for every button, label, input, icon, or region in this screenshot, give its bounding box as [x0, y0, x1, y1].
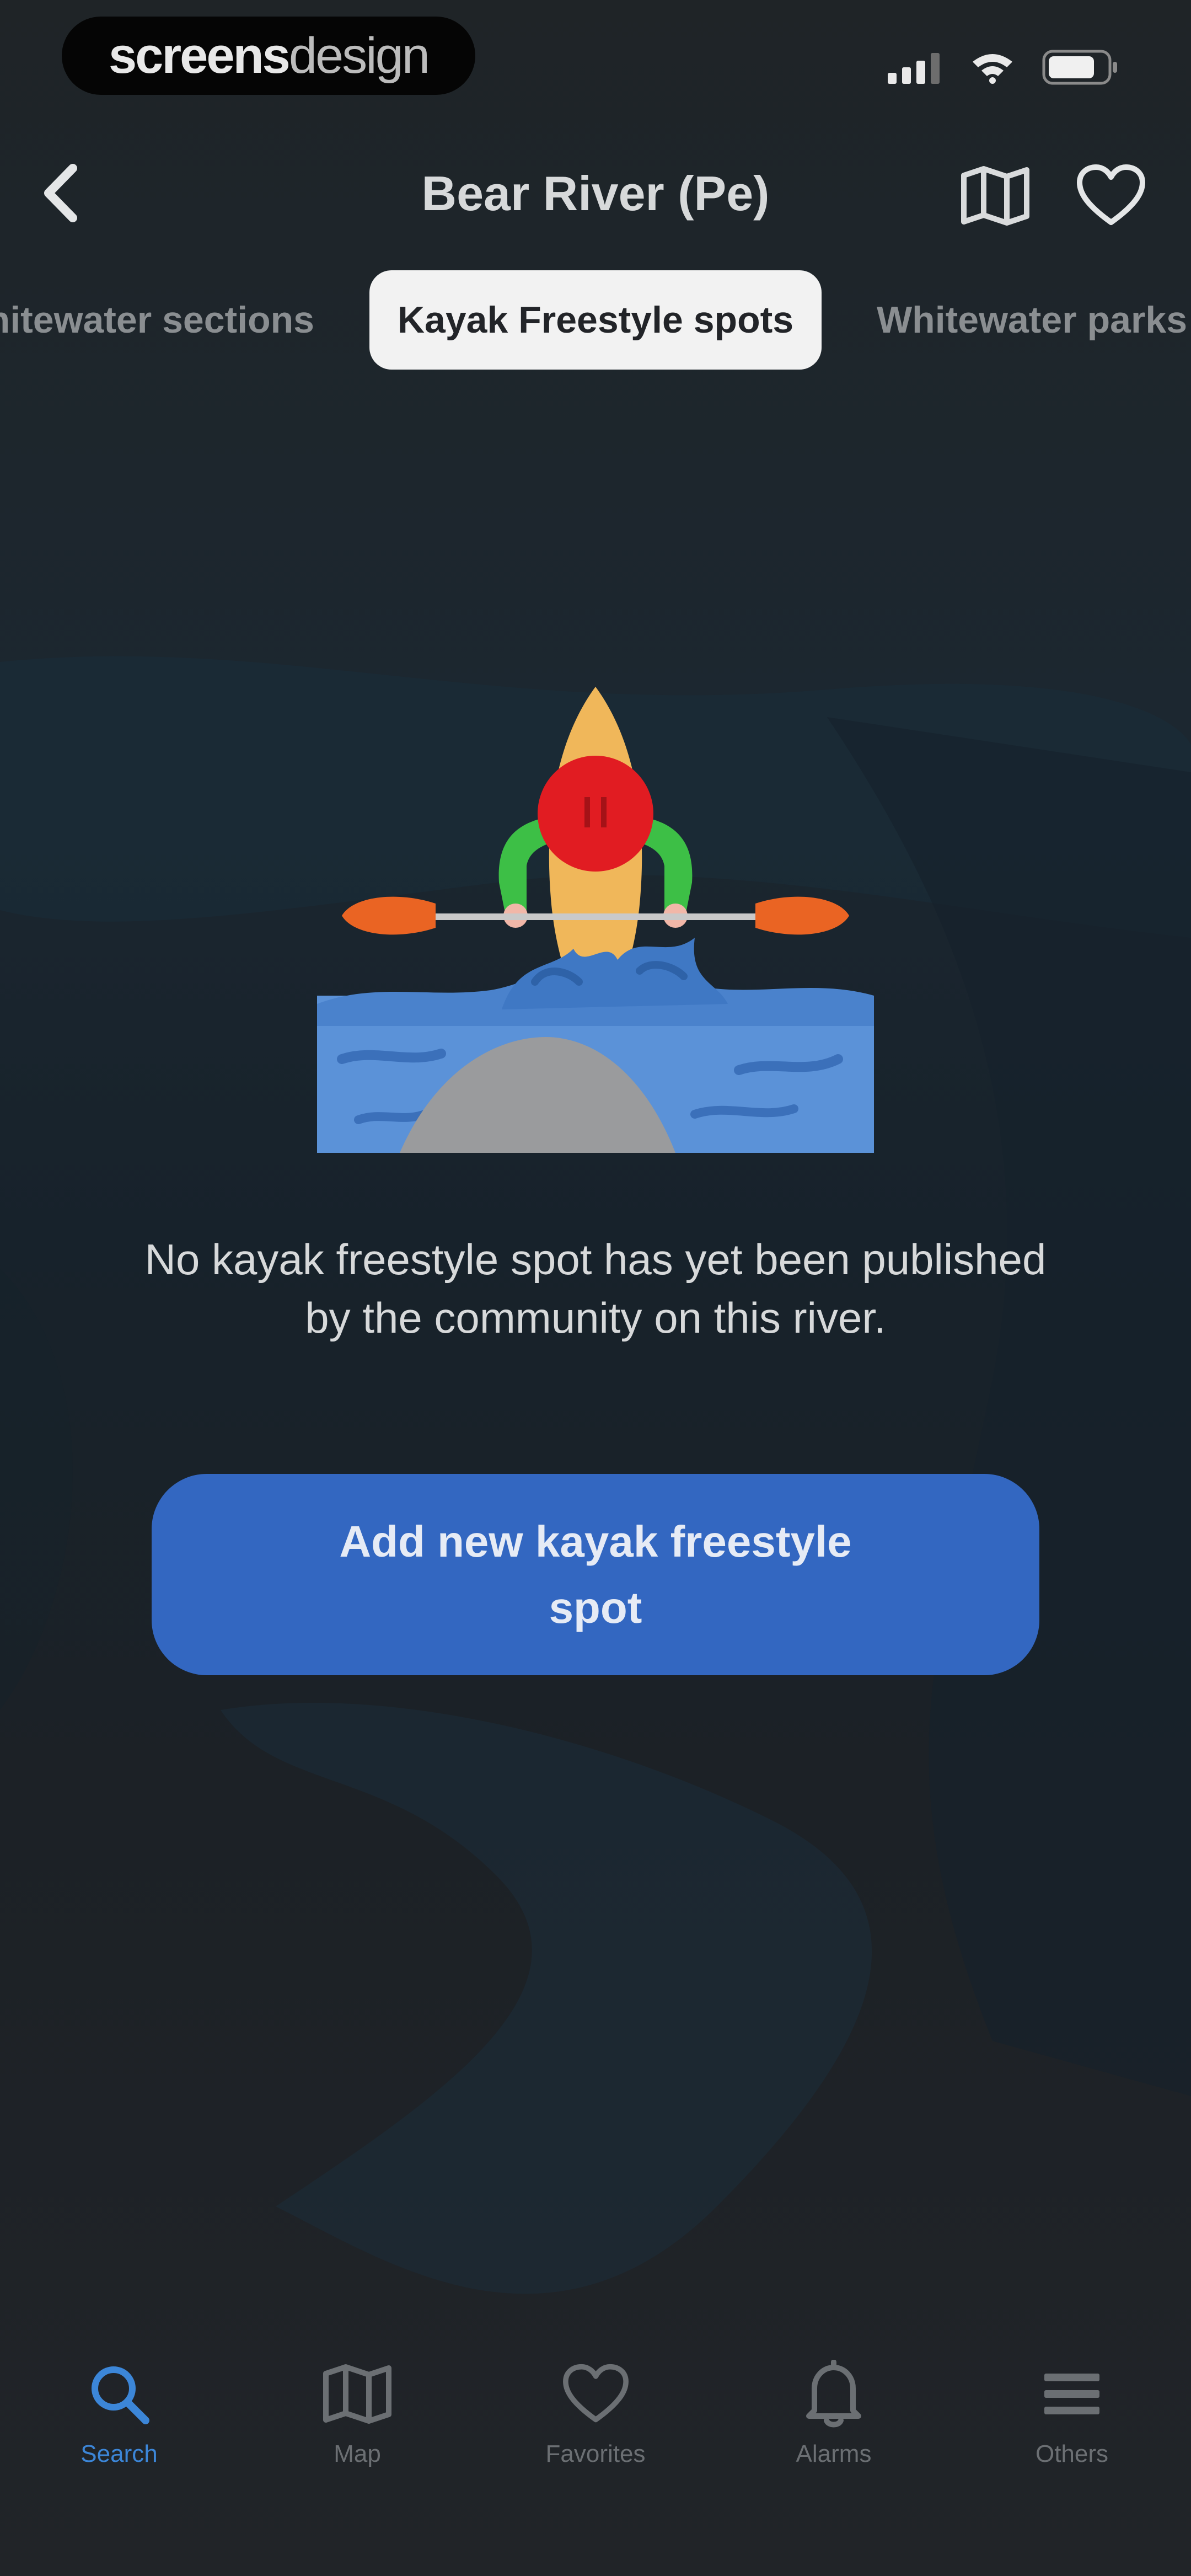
tabbar-label: Alarms — [796, 2440, 872, 2467]
tab-whitewater-sections[interactable]: Whitewater sections — [0, 270, 314, 370]
status-bar — [888, 50, 1119, 85]
add-kayak-freestyle-spot-button[interactable]: Add new kayak freestyle spot — [152, 1474, 1039, 1675]
menu-icon — [1033, 2355, 1110, 2433]
tabbar-item-favorites[interactable]: Favorites — [476, 2317, 715, 2482]
map-icon — [319, 2355, 396, 2433]
bell-icon — [795, 2355, 872, 2433]
tabbar-item-search[interactable]: Search — [0, 2317, 238, 2482]
tabbar-item-others[interactable]: Others — [953, 2317, 1191, 2482]
search-icon — [81, 2355, 158, 2433]
battery-icon — [1042, 50, 1117, 85]
bottom-tab-bar: Search Map Favorites Alarms Others — [0, 2317, 1191, 2482]
wifi-icon — [973, 54, 1012, 84]
kayaker-illustration — [317, 687, 874, 1153]
back-button[interactable] — [28, 160, 94, 226]
empty-state-message: No kayak freestyle spot has yet been pub… — [144, 1235, 1047, 1342]
tab-whitewater-parks[interactable]: Whitewater parks — [877, 270, 1191, 370]
segment-tabs: Whitewater sections Kayak Freestyle spot… — [0, 270, 1191, 375]
watermark-bold: screens — [109, 27, 291, 84]
map-icon — [961, 166, 1029, 226]
tabbar-label: Others — [1035, 2440, 1109, 2467]
screen: screens design Bear River (Pe) itewater … — [0, 0, 1191, 2576]
tabbar-item-map[interactable]: Map — [238, 2317, 476, 2482]
tabbar-item-alarms[interactable]: Alarms — [715, 2317, 953, 2482]
signal-icon — [888, 53, 940, 84]
favorite-button[interactable] — [1070, 157, 1152, 234]
tabbar-label: Favorites — [545, 2440, 646, 2467]
chevron-left-icon — [44, 164, 77, 222]
heart-icon — [1077, 164, 1145, 225]
screensdesign-watermark: screens design — [62, 17, 475, 95]
tabbar-label: Search — [81, 2440, 158, 2467]
watermark-light: design — [288, 27, 430, 84]
tabbar-label: Map — [334, 2440, 381, 2467]
tab-kayak-freestyle-spots[interactable]: Kayak Freestyle spots — [369, 270, 822, 370]
heart-icon — [557, 2355, 634, 2433]
map-button[interactable] — [954, 160, 1037, 232]
navigation-bar: Bear River (Pe) — [0, 143, 1191, 243]
page-title: Bear River (Pe) — [421, 166, 770, 221]
